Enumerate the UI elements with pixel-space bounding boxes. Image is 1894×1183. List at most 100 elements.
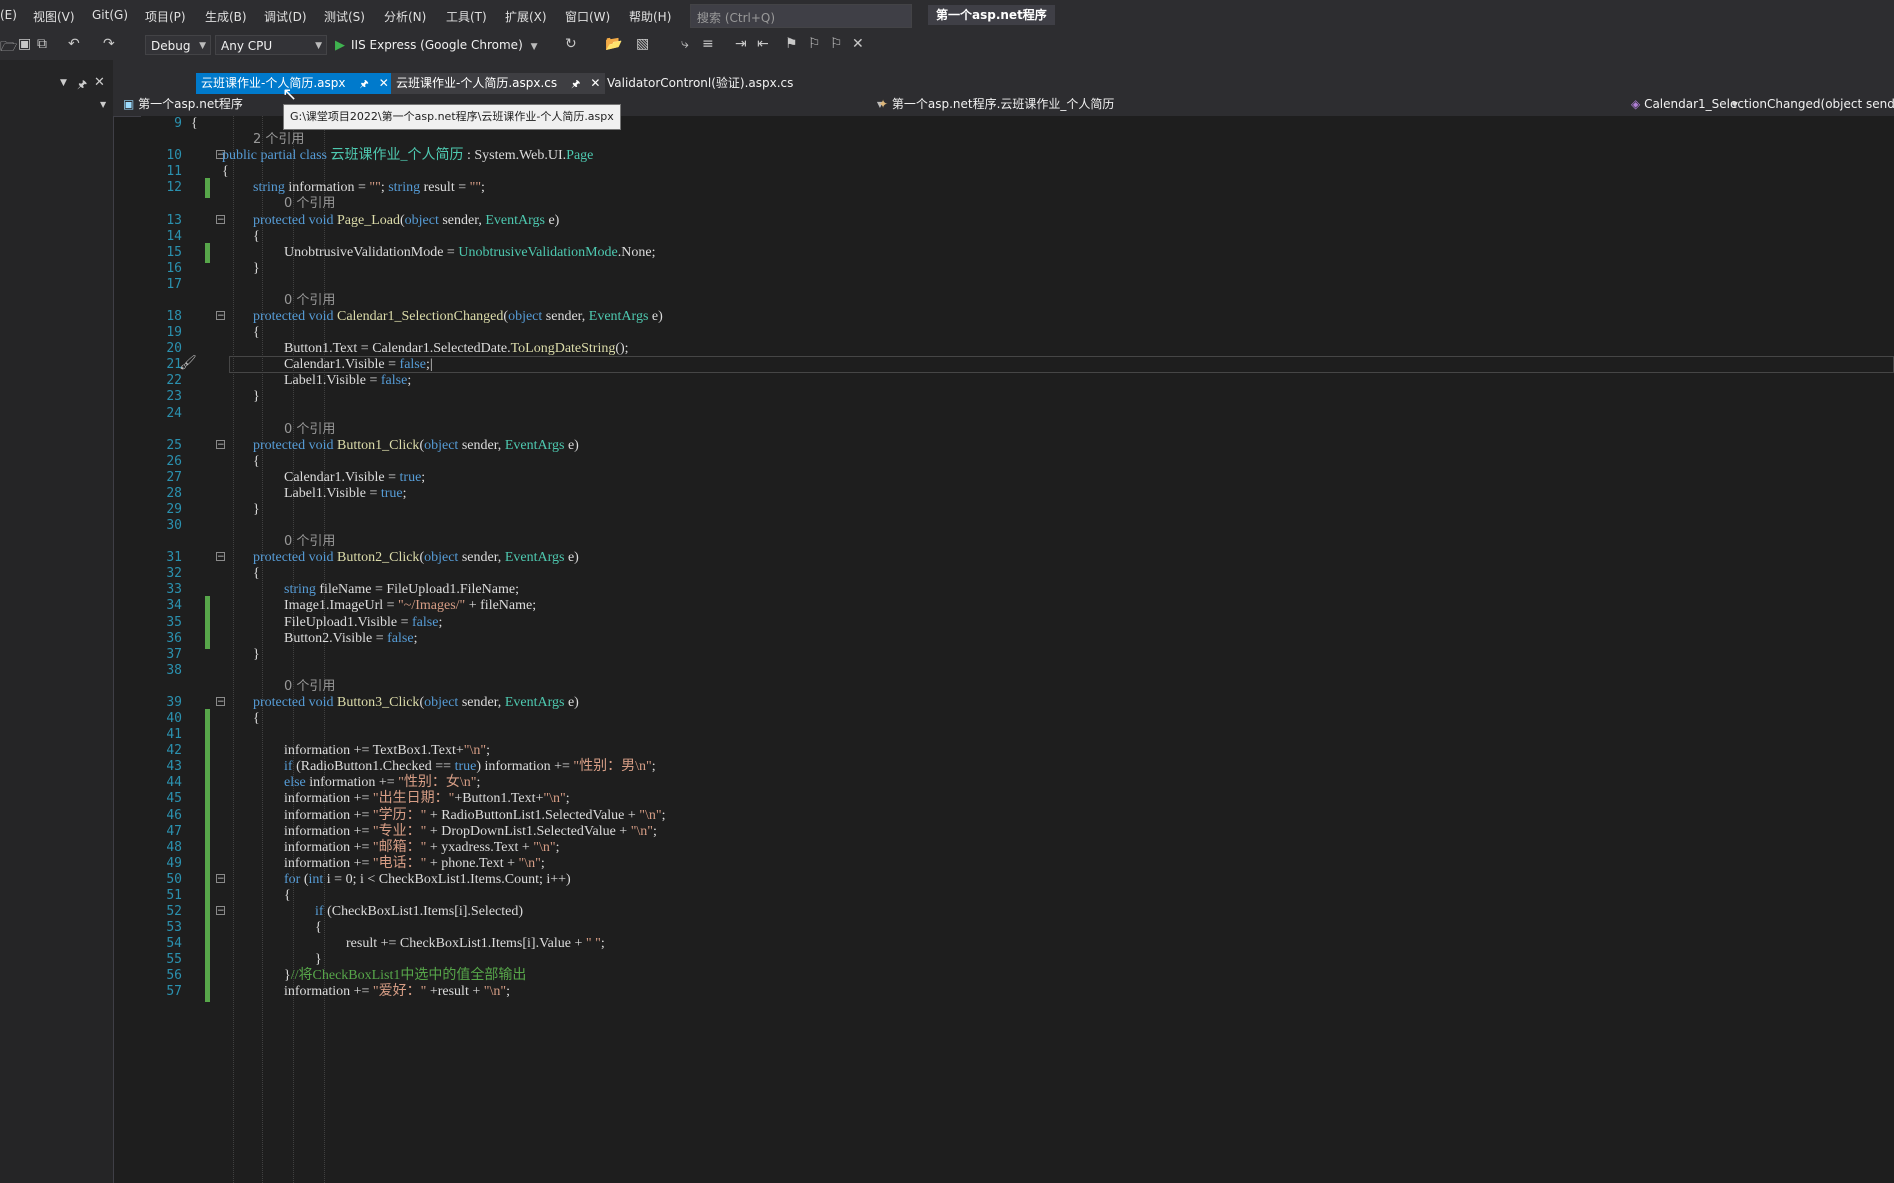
token-method: Button3_Click [336,694,420,710]
token-kw: else [284,775,306,791]
member-name: Calendar1_SelectionChanged(object sende [1644,97,1894,111]
token-kw: if [284,759,293,775]
token-plain: information += [284,791,373,807]
tab-aspx-cs[interactable]: 云班课作业-个人简历.aspx.cs 🖈 ✕ [391,73,606,94]
menu-analyze[interactable]: 分析(N) [384,8,426,25]
token-kw: object [508,309,543,325]
undo-icon[interactable]: ↶ [68,36,80,52]
token-plain: Image1.ImageUrl = [284,598,399,614]
token-kw: object [424,437,459,453]
token-plain: result = [420,180,470,196]
configuration-select[interactable]: Debug ▼ [145,35,211,55]
token-plain: ; [438,614,443,630]
chevron-down-icon[interactable]: ▼ [60,78,67,88]
collapse-icon[interactable]: − [216,906,225,916]
configuration-value: Debug [151,39,191,53]
member-dropdown[interactable]: ◈ Calendar1_SelectionChanged(object send… [1631,96,1894,113]
tab-validator[interactable]: ValidatorContronl(验证).aspx.cs [602,73,798,94]
side-tool-panel: ▼ 🖈 ✕ ▼ [0,60,114,1183]
format-icon[interactable]: ≡ [702,36,714,52]
token-str: "\n" [483,984,507,1000]
token-plain: sender, [458,694,505,710]
token-plain: fileName = FileUpload1.FileName; [315,582,519,598]
token-plain: { [191,116,198,132]
pin-icon[interactable]: 🖈 [571,79,580,90]
start-debugging-button[interactable]: ▶ IIS Express (Google Chrome) ▼ [335,35,538,55]
folder-icon[interactable]: 📂 [605,36,622,52]
token-plain: information += TextBox1.Text+ [284,743,464,759]
save-icon[interactable]: ▣ [18,36,31,52]
menu-tools[interactable]: 工具(T) [446,8,487,25]
token-kw: string [253,180,285,196]
token-plain: e) [544,212,560,228]
token-plain: information += [284,839,373,855]
token-kw: for [284,871,301,887]
collapse-icon[interactable]: − [216,873,225,883]
token-str: "~/Images/" [398,598,466,614]
token-plain: e) [648,309,663,325]
collapse-icon[interactable]: − [216,214,225,224]
token-plain: + RadioButtonList1.SelectedValue + [426,807,640,823]
token-plain: { [253,228,260,244]
token-plain: +result + [426,984,484,1000]
bookmark-icon[interactable]: ⚑ [785,36,798,52]
collapse-icon[interactable]: − [216,552,225,562]
close-icon[interactable]: ✕ [379,76,389,90]
menu-build[interactable]: 生成(B) [205,8,247,25]
token-plain: ; [653,823,657,839]
pin-icon[interactable]: 🖈 [359,79,368,90]
collapse-icon[interactable]: − [216,696,225,706]
token-method: Page_Load [336,212,400,228]
token-plain: sender, [458,437,505,453]
collapse-icon[interactable]: − [216,311,225,321]
open-folder-icon[interactable]: 🗁 [0,36,17,60]
token-plain: ; [600,936,605,952]
token-plain: { [315,920,322,936]
menu-view[interactable]: 视图(V) [33,8,75,25]
code-editor[interactable]: 🖌 8namespa9{2 个引用10−public partial class… [141,116,1894,1183]
prev-bookmark-icon[interactable]: ⚐ [808,36,821,52]
token-plain: + yxadress.Text + [426,839,534,855]
close-icon[interactable]: ✕ [94,75,105,90]
collapse-icon[interactable]: − [216,439,225,449]
close-icon[interactable]: ✕ [590,76,600,90]
refresh-icon[interactable]: ↻ [565,36,577,52]
solution-name-badge: 第一个asp.net程序 [928,5,1055,25]
menu-window[interactable]: 窗口(W) [565,8,610,25]
indent-icon[interactable]: ⇥ [735,36,747,52]
token-plain: ; [651,759,656,775]
token-type: EventArgs [504,437,565,453]
menu-git[interactable]: Git(G) [92,8,128,22]
menu-debug[interactable]: 调试(D) [264,8,307,25]
redo-icon[interactable]: ↷ [103,36,115,52]
outdent-icon[interactable]: ⇤ [757,36,769,52]
menu-project[interactable]: 项目(P) [145,8,186,25]
chevron-down-icon: ▼ [199,41,206,51]
clear-bookmarks-icon[interactable]: ✕ [852,36,864,52]
platform-select[interactable]: Any CPU ▼ [215,35,327,55]
pin-icon[interactable]: 🖈 [77,76,87,95]
chevron-down-icon[interactable]: ▼ [100,100,106,109]
token-plain: } [253,260,260,276]
token-type: 云班课作业_个人简历 [330,148,464,164]
class-dropdown[interactable]: ✦ 第一个asp.net程序.云班课作业_个人简历 ▼ [878,96,1738,113]
search-icon[interactable]: ⌕ [697,9,905,24]
tab-label: ValidatorContronl(验证).aspx.cs [607,76,794,90]
token-kw: object [404,212,439,228]
token-str: "性别：男\n" [573,759,652,775]
save-all-icon[interactable]: ⧉ [37,36,47,52]
token-str: "" [369,180,381,196]
search-input[interactable]: 搜索 (Ctrl+Q) ⌕ [690,4,912,28]
token-plain: information += [284,823,373,839]
menu-extensions[interactable]: 扩展(X) [505,8,547,25]
token-plain: + phone.Text + [426,855,519,871]
menu-help[interactable]: 帮助(H) [629,8,671,25]
menu-test[interactable]: 测试(S) [324,8,365,25]
step-icon[interactable]: ⤷ [681,36,689,52]
next-bookmark-icon[interactable]: ⚐ [830,36,843,52]
token-plain: i = 0; i < CheckBoxList1.Items.Count; i+… [323,871,571,887]
token-plain: ; [421,469,426,485]
menu-edit[interactable]: (E) [0,8,17,22]
token-plain: } [284,968,291,984]
screenshot-icon[interactable]: ▧ [636,36,649,52]
